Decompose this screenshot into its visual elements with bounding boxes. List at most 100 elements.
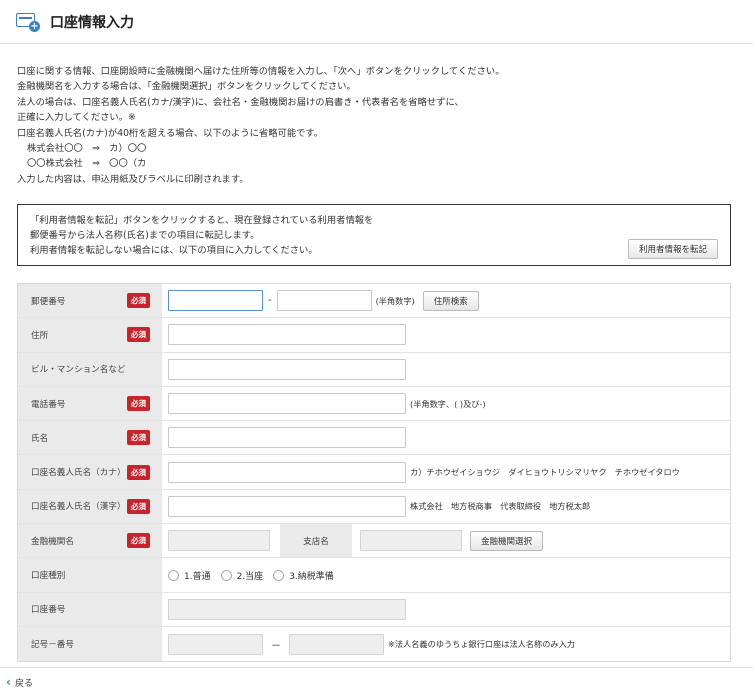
kanji-value-cell: 株式会社 地方税商事 代表取締役 地方税太郎 [162, 490, 730, 523]
building-value-cell [162, 353, 730, 386]
required-badge: 必須 [127, 293, 150, 309]
building-label-cell: ビル・マンション名など [18, 352, 162, 386]
building-row: ビル・マンション名など [18, 352, 730, 387]
required-badge: 必須 [127, 396, 150, 412]
required-badge: 必須 [127, 533, 150, 549]
account-holder-kana-input[interactable] [168, 461, 406, 483]
name-value-cell [162, 421, 730, 454]
required-badge: 必須 [127, 498, 150, 514]
account-number-value-cell [162, 593, 730, 626]
symbol-input [168, 633, 263, 655]
symbol-number-row: 記号－番号 － ※法人名義のゆうちょ銀行口座は法人名称のみ入力 [18, 626, 730, 662]
bank-value-cell: 支店名 金融機関選択 [162, 524, 730, 558]
kana-hint: カ）チホウゼイショウジ ダイヒョウトリシマリヤク チホウゼイタロウ [410, 467, 680, 478]
kanji-label-cell: 口座名義人氏名（漢字） 必須 [18, 489, 162, 524]
required-badge: 必須 [127, 464, 150, 480]
intro-line: 金融機関名を入力する場合は、「金融機関選択」ボタンをクリックしてください。 [17, 81, 356, 93]
phone-hint: (半角数字、( )及び-) [410, 398, 486, 409]
page-title: 口座情報入力 [50, 14, 134, 31]
postal-hint: (半角数字) [375, 295, 415, 306]
address-value-cell [162, 318, 730, 351]
account-type-current-radio[interactable]: 2.当座 [220, 569, 264, 582]
phone-label-cell: 電話番号 必須 [18, 386, 162, 421]
name-label-cell: 氏名 必須 [18, 421, 162, 455]
add-account-icon: + [16, 11, 42, 33]
phone-row: 電話番号 必須 (半角数字、( )及び-) [18, 386, 730, 422]
kana-label-cell: 口座名義人氏名（カナ） 必須 [18, 455, 162, 489]
intro-text: 口座に関する情報、口座開設時に金融機関へ届けた住所等の情報を入力し、「次へ」ボタ… [17, 64, 737, 187]
bank-select-button[interactable]: 金融機関選択 [470, 530, 544, 551]
account-number-label-cell: 口座番号 [18, 592, 162, 626]
kanji-row: 口座名義人氏名（漢字） 必須 株式会社 地方税商事 代表取締役 地方税太郎 [18, 489, 730, 525]
kana-row: 口座名義人氏名（カナ） 必須 カ）チホウゼイショウジ ダイヒョウトリシマリヤク … [18, 455, 730, 490]
account-number-row: 口座番号 [18, 592, 730, 627]
footer-bar: ‹ 戻る [0, 667, 753, 696]
account-type-tax-reserve-radio[interactable]: 3.納税準備 [273, 569, 334, 582]
address-input[interactable] [168, 324, 406, 346]
intro-line: 口座名義人氏名(カナ)が40桁を超える場合、以下のように省略可能です。 [17, 127, 324, 139]
postal-dash: - [268, 295, 272, 307]
account-form: 郵便番号 必須 - (半角数字) 住所検索 住所 必須 ビル・マンション名など [17, 283, 731, 663]
symbol-number-value-cell: － ※法人名義のゆうちょ銀行口座は法人名称のみ入力 [162, 627, 730, 661]
intro-example: 株式会社〇〇 ⇒ カ）〇〇 [27, 143, 147, 155]
chevron-left-icon[interactable]: ‹ [6, 675, 11, 689]
kanji-label: 口座名義人氏名（漢字） [31, 502, 126, 513]
intro-example: 〇〇株式会社 ⇒ 〇〇（カ [27, 158, 147, 170]
bank-label: 金融機関名 [31, 536, 74, 547]
required-badge: 必須 [127, 430, 150, 446]
account-number-input [168, 598, 406, 620]
account-type-label-cell: 口座種別 [18, 558, 162, 592]
transfer-line: 利用者情報を転記しない場合には、以下の項目に入力してください。 [30, 245, 318, 256]
intro-line: 入力した内容は、申込用紙及びラベルに印刷されます。 [17, 173, 249, 185]
postal-code-second-input[interactable] [276, 290, 372, 312]
radio-circle[interactable] [168, 569, 179, 581]
radio-circle[interactable] [273, 569, 285, 581]
radio-circle[interactable] [220, 569, 232, 581]
back-link[interactable]: 戻る [15, 676, 33, 689]
postal-label-cell: 郵便番号 必須 [18, 284, 162, 318]
name-input[interactable] [168, 427, 406, 449]
account-type-value-cell: 1.普通 2.当座 3.納税準備 [162, 558, 730, 591]
account-type-ordinary-radio[interactable]: 1.普通 [168, 569, 211, 582]
building-input[interactable] [168, 358, 406, 380]
account-number-label: 口座番号 [31, 605, 66, 616]
symbol-dash: － [271, 640, 281, 652]
bank-name-input [168, 530, 270, 552]
address-search-button[interactable]: 住所検索 [422, 290, 479, 311]
postal-code-first-input[interactable] [168, 290, 263, 312]
name-label: 氏名 [31, 433, 49, 444]
transfer-line: 「利用者情報を転記」ボタンをクリックすると、現在登録されている利用者情報を [30, 215, 374, 226]
symbol-number-label-cell: 記号－番号 [18, 626, 162, 662]
kanji-hint: 株式会社 地方税商事 代表取締役 地方税太郎 [410, 501, 591, 512]
radio-label: 2.当座 [236, 571, 264, 582]
address-label-cell: 住所 必須 [18, 318, 162, 352]
postal-label: 郵便番号 [31, 296, 66, 307]
phone-input[interactable] [168, 393, 406, 415]
branch-name-input [360, 530, 462, 552]
kana-value-cell: カ）チホウゼイショウジ ダイヒョウトリシマリヤク チホウゼイタロウ [162, 455, 730, 488]
symbol-hint: ※法人名義のゆうちょ銀行口座は法人名称のみ入力 [388, 639, 575, 650]
account-type-row: 口座種別 1.普通 2.当座 3.納税準備 [18, 558, 730, 593]
page-header: + 口座情報入力 [0, 0, 753, 44]
transfer-info-box: 「利用者情報を転記」ボタンをクリックすると、現在登録されている利用者情報を 郵便… [17, 204, 731, 266]
phone-value-cell: (半角数字、( )及び-) [162, 387, 730, 420]
transfer-user-info-button[interactable]: 利用者情報を転記 [627, 239, 718, 259]
symbol-number-label: 記号－番号 [31, 640, 74, 651]
bank-row: 金融機関名 必須 支店名 金融機関選択 [18, 524, 730, 559]
required-badge: 必須 [127, 327, 150, 343]
address-row: 住所 必須 [18, 318, 730, 353]
number-input [289, 633, 384, 655]
account-type-radio-group: 1.普通 2.当座 3.納税準備 [168, 569, 344, 582]
account-holder-kanji-input[interactable] [168, 495, 406, 517]
building-label: ビル・マンション名など [31, 365, 126, 376]
postal-row: 郵便番号 必須 - (半角数字) 住所検索 [18, 284, 730, 319]
radio-label: 3.納税準備 [289, 571, 334, 582]
account-type-label: 口座種別 [31, 571, 66, 582]
bank-label-cell: 金融機関名 必須 [18, 524, 162, 558]
intro-line: 正確に入力してください。※ [17, 112, 136, 124]
transfer-line: 郵便番号から法人名称(氏名)までの項目に転記します。 [30, 230, 260, 241]
postal-value-cell: - (半角数字) 住所検索 [162, 284, 730, 317]
branch-label: 支店名 [280, 524, 352, 558]
radio-label: 1.普通 [184, 571, 211, 582]
kana-label: 口座名義人氏名（カナ） [31, 468, 126, 479]
